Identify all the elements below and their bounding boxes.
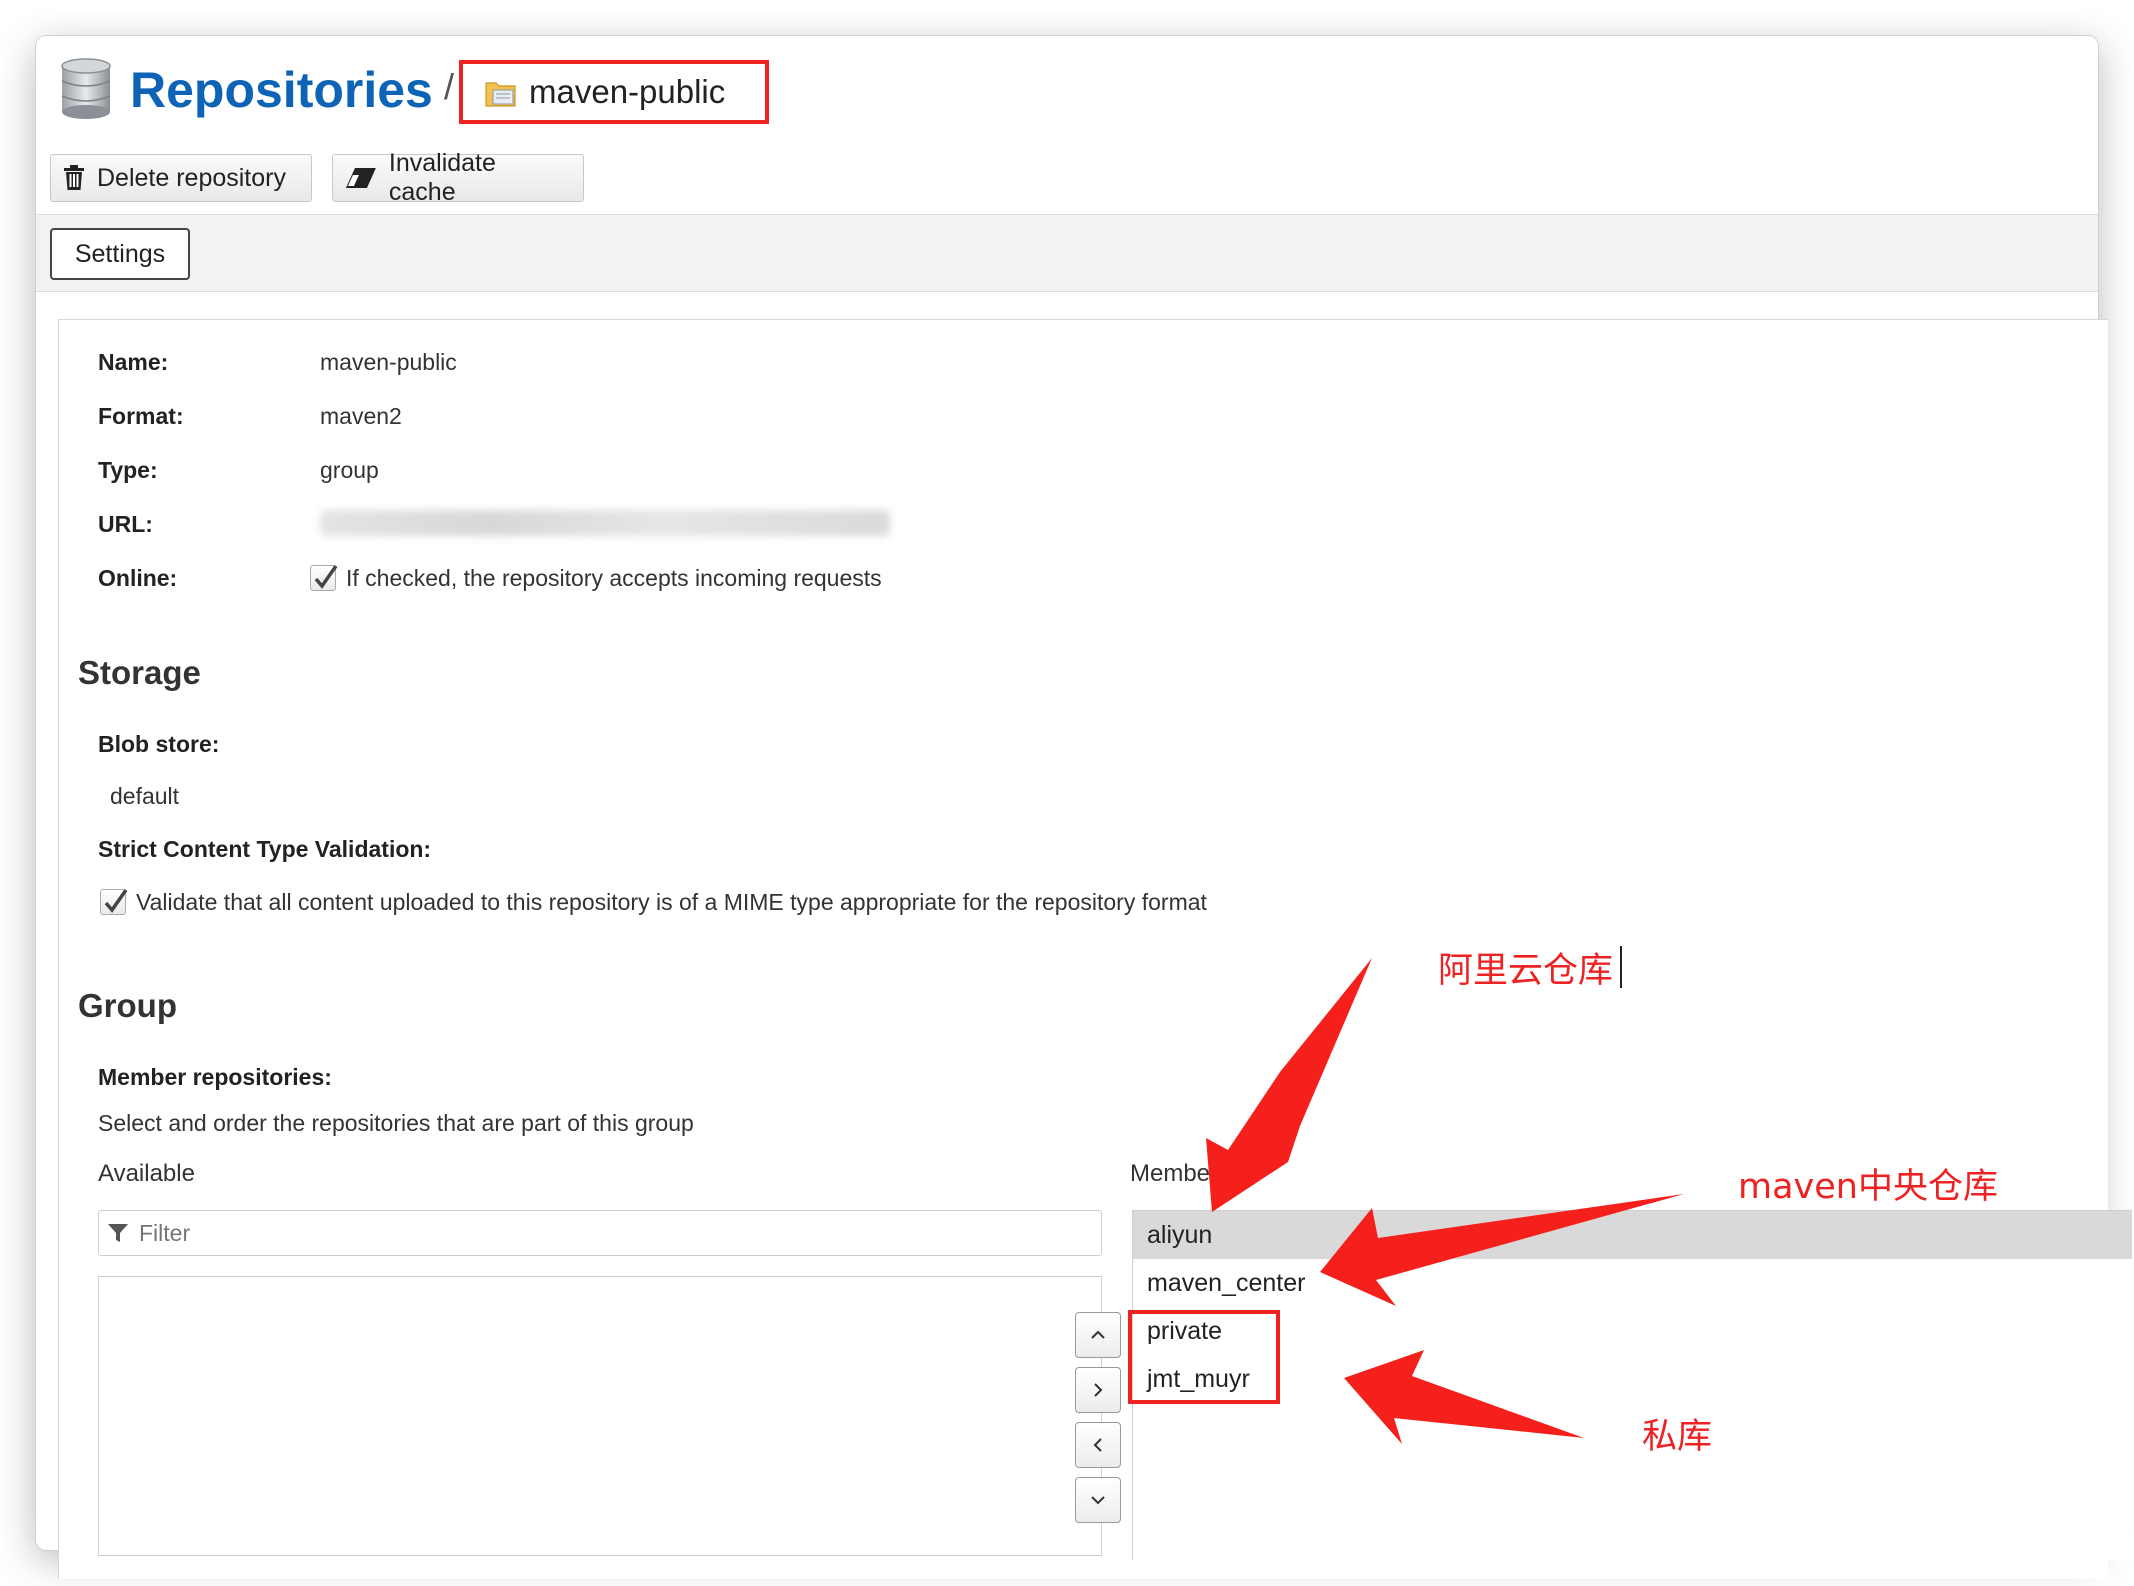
name-value: maven-public bbox=[320, 349, 457, 375]
invalidate-cache-button[interactable]: Invalidate cache bbox=[332, 149, 584, 206]
breadcrumb-repo-name: maven-public bbox=[529, 73, 726, 110]
filter-field[interactable] bbox=[98, 1210, 1102, 1256]
name-label: Name: bbox=[98, 349, 169, 375]
format-value: maven2 bbox=[320, 403, 402, 429]
storage-heading: Storage bbox=[78, 654, 201, 691]
checkmark-icon bbox=[104, 888, 128, 913]
settings-toolbar: Settings bbox=[36, 214, 2098, 292]
checkmark-icon bbox=[314, 564, 338, 589]
text-cursor bbox=[1620, 946, 1622, 988]
format-label: Format: bbox=[98, 403, 184, 429]
group-heading: Group bbox=[78, 987, 177, 1024]
chevron-right-icon bbox=[1094, 1383, 1103, 1397]
move-down-button[interactable] bbox=[1075, 1477, 1121, 1523]
available-repositories-list[interactable] bbox=[98, 1276, 1102, 1556]
member-repositories-description: Select and order the repositories that a… bbox=[98, 1110, 694, 1136]
page-title[interactable]: Repositories bbox=[130, 58, 433, 122]
member-item[interactable]: aliyun bbox=[1133, 1211, 2132, 1259]
online-checkbox[interactable] bbox=[310, 564, 338, 591]
strict-validation-description: Validate that all content uploaded to th… bbox=[136, 889, 1207, 915]
type-label: Type: bbox=[98, 457, 158, 483]
chevron-up-icon bbox=[1091, 1330, 1105, 1339]
page-header: Repositories / maven-public Delete repos… bbox=[36, 36, 2098, 214]
blob-store-label: Blob store: bbox=[98, 731, 220, 757]
trash-icon bbox=[64, 165, 84, 190]
chevron-down-icon bbox=[1091, 1496, 1105, 1505]
delete-repository-button[interactable]: Delete repository bbox=[50, 154, 312, 202]
member-item[interactable]: jmt_muyr bbox=[1133, 1355, 2132, 1403]
tab-settings[interactable]: Settings bbox=[50, 228, 190, 280]
members-label: Membe bbox=[1130, 1160, 1211, 1187]
delete-repository-label: Delete repository bbox=[97, 163, 286, 192]
breadcrumb-separator: / bbox=[444, 66, 455, 107]
members-list[interactable]: aliyun maven_center private jmt_muyr bbox=[1132, 1210, 2132, 1560]
database-icon bbox=[61, 58, 111, 119]
member-item[interactable]: maven_center bbox=[1133, 1259, 2132, 1307]
type-value: group bbox=[320, 457, 379, 483]
member-item[interactable]: private bbox=[1133, 1307, 2132, 1355]
invalidate-cache-label: Invalidate cache bbox=[388, 149, 496, 206]
filter-input[interactable] bbox=[139, 1219, 1039, 1247]
breadcrumb-current-repo: maven-public bbox=[459, 60, 769, 124]
annotation-private: 私库 bbox=[1642, 1417, 1713, 1457]
member-repositories-label: Member repositories: bbox=[98, 1064, 332, 1090]
strict-validation-checkbox[interactable] bbox=[100, 888, 128, 915]
private-repos-highlight bbox=[1128, 1310, 1280, 1404]
url-value-redacted bbox=[320, 510, 890, 536]
eraser-icon bbox=[345, 168, 376, 188]
annotation-central: maven中央仓库 bbox=[1738, 1167, 1998, 1207]
remove-member-button[interactable] bbox=[1075, 1422, 1121, 1468]
online-label: Online: bbox=[98, 565, 178, 591]
filter-icon bbox=[108, 1224, 128, 1242]
add-member-button[interactable] bbox=[1075, 1367, 1121, 1413]
chevron-left-icon bbox=[1093, 1438, 1102, 1452]
available-label: Available bbox=[98, 1160, 195, 1187]
strict-validation-label: Strict Content Type Validation: bbox=[98, 836, 432, 862]
annotation-aliyun: 阿里云仓库 bbox=[1438, 951, 1614, 991]
online-description: If checked, the repository accepts incom… bbox=[346, 565, 882, 591]
blob-store-value: default bbox=[110, 783, 180, 809]
folder-icon bbox=[485, 82, 516, 107]
move-up-button[interactable] bbox=[1075, 1312, 1121, 1358]
url-label: URL: bbox=[98, 511, 153, 537]
